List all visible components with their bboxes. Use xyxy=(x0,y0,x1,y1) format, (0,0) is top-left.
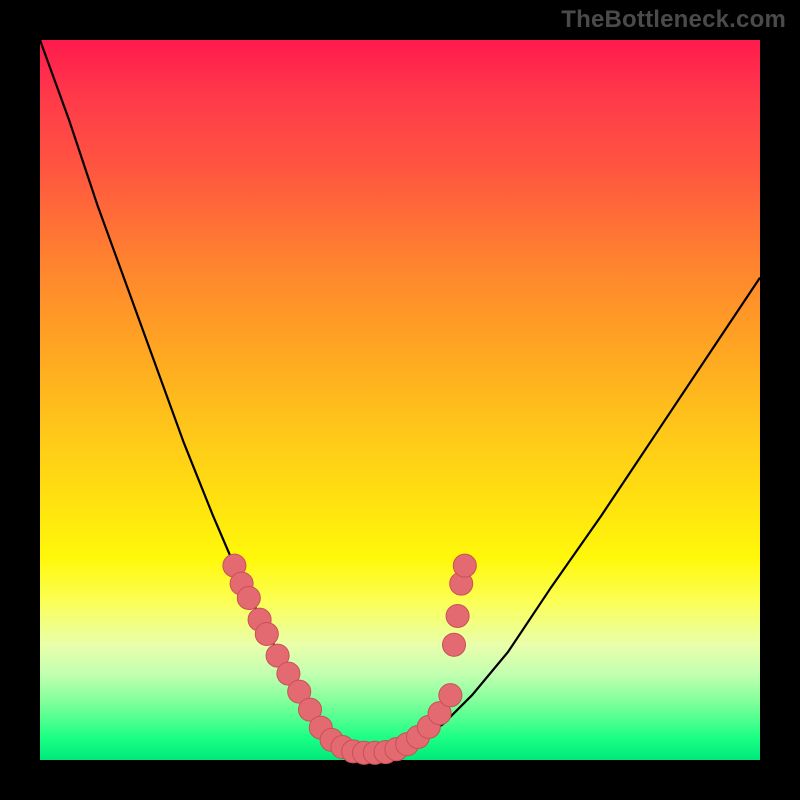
data-marker xyxy=(453,554,476,577)
data-marker xyxy=(255,622,278,645)
chart-plot-area xyxy=(40,40,760,760)
watermark-text: TheBottleneck.com xyxy=(561,6,786,34)
marker-group xyxy=(223,554,476,764)
data-marker xyxy=(237,586,260,609)
data-marker xyxy=(442,633,465,656)
data-marker xyxy=(446,604,469,627)
bottleneck-curve-path xyxy=(40,40,760,753)
chart-svg xyxy=(40,40,760,760)
data-marker xyxy=(439,684,462,707)
